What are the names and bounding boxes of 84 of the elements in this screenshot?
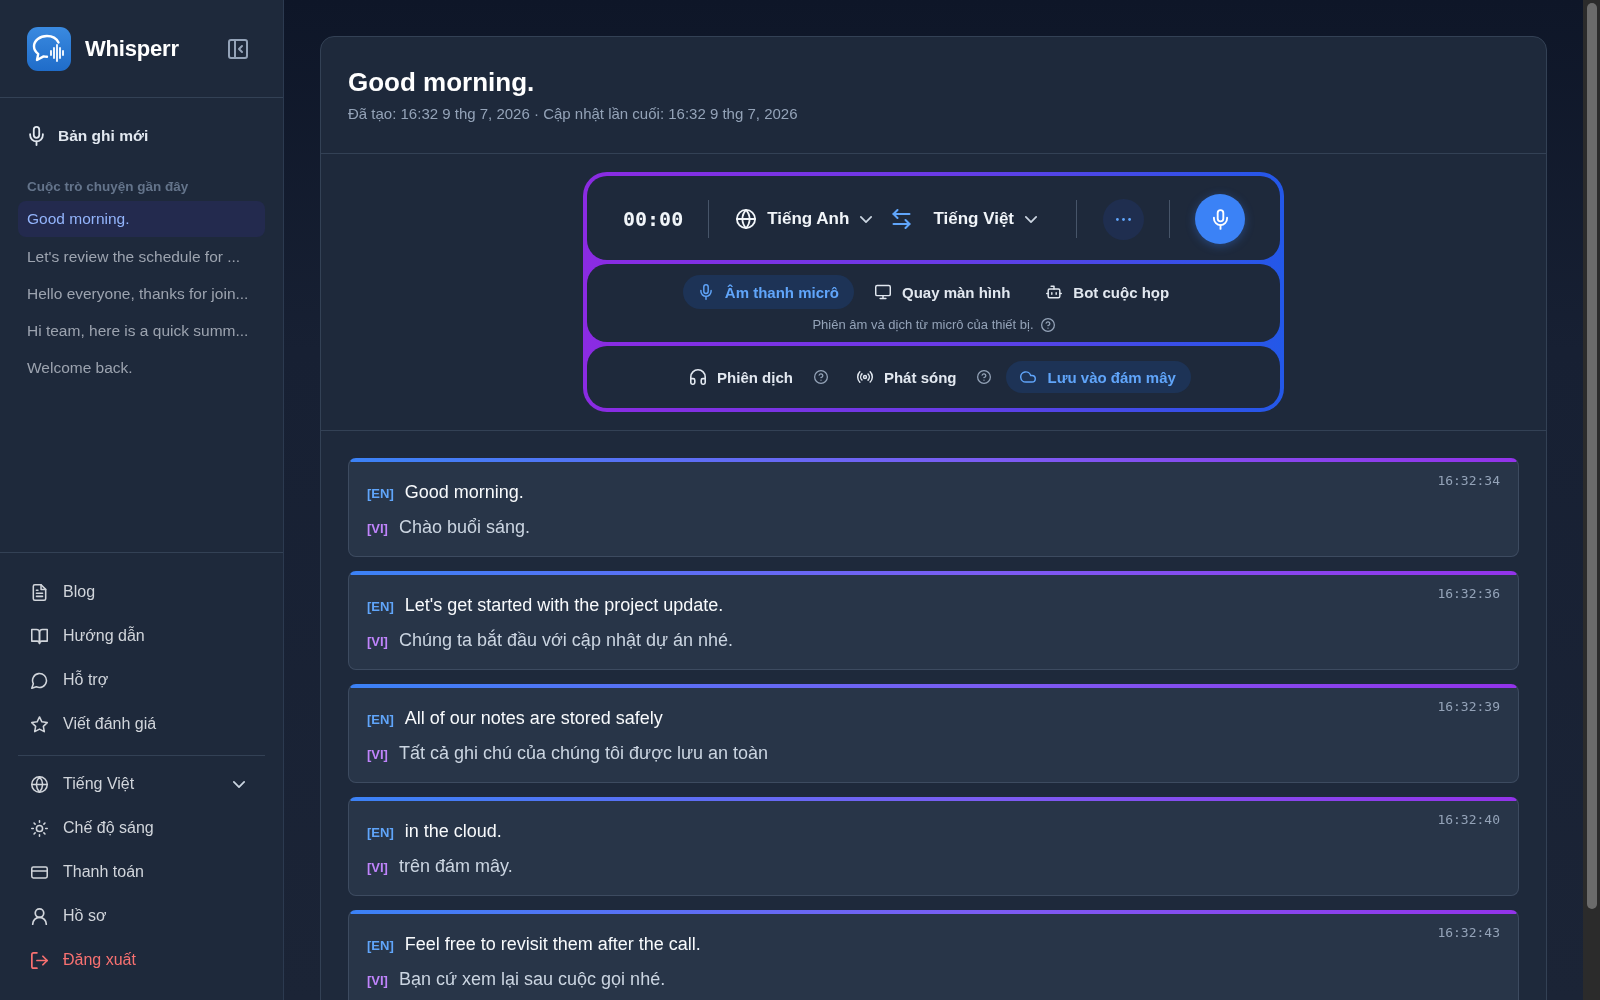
language-tag: [VI] bbox=[367, 521, 388, 536]
translation-text: Tất cả ghi chú của chúng tôi được lưu an toàn bbox=[398, 742, 769, 765]
more-icon bbox=[1116, 217, 1131, 221]
globe-icon bbox=[736, 209, 757, 229]
language-dropdown[interactable]: Tiếng Anh bbox=[734, 205, 875, 233]
book-icon bbox=[31, 627, 48, 645]
speech-bubble-icon bbox=[27, 26, 71, 71]
language-tag: [VI] bbox=[367, 973, 388, 988]
option-toggle[interactable]: Phát sóng bbox=[842, 361, 972, 393]
app-name: Whisperr bbox=[85, 35, 179, 62]
language-tag: [EN] bbox=[367, 825, 394, 840]
source-text: All of our notes are stored safely bbox=[404, 707, 663, 730]
record-button[interactable] bbox=[1195, 194, 1245, 244]
language-dropdown[interactable]: Tiếng Việt bbox=[931, 205, 1039, 233]
translation-text: trên đám mây. bbox=[398, 855, 513, 878]
sidebar-link[interactable]: Viết đánh giá bbox=[18, 702, 265, 746]
conversation-item[interactable]: Hi team, here is a quick summ... bbox=[18, 312, 265, 349]
language-select[interactable]: Tiếng Việt bbox=[18, 762, 265, 806]
conversation-meta: Đã tạo: 16:32 9 thg 7, 2026 · Cập nhật lần cuối: 16:32 9 thg 7, 2026 bbox=[348, 104, 799, 124]
language-tag: [VI] bbox=[367, 747, 388, 762]
sidebar-link[interactable]: Hướng dẫn bbox=[18, 614, 265, 658]
option-toggle[interactable]: Phiên dịch bbox=[676, 361, 808, 393]
sidebar-toggle-icon[interactable] bbox=[228, 38, 248, 59]
help-icon[interactable] bbox=[1040, 317, 1055, 332]
source-text: Good morning. bbox=[404, 481, 524, 504]
source-text: Let's get started with the project update. bbox=[404, 594, 724, 617]
timestamp: 16:32:43 bbox=[1437, 925, 1500, 941]
sidebar-link[interactable]: Chế độ sáng bbox=[18, 806, 265, 850]
conversation-item[interactable]: Good morning. bbox=[18, 201, 265, 237]
chevron-down-icon bbox=[1025, 215, 1037, 223]
translation-text: Chúng ta bắt đầu với cập nhật dự án nhé. bbox=[398, 628, 734, 652]
microphone-icon bbox=[29, 126, 44, 146]
sidebar-link[interactable]: Blog bbox=[18, 570, 265, 614]
sidebar-link[interactable]: Hỗ trợ bbox=[18, 658, 265, 702]
chat-bubble-icon bbox=[31, 671, 48, 689]
language-tag: [EN] bbox=[367, 938, 394, 953]
language-tag: [EN] bbox=[367, 486, 394, 501]
credit-card-icon bbox=[31, 863, 48, 881]
scrollbar-thumb[interactable] bbox=[1587, 3, 1597, 909]
logout-icon bbox=[31, 951, 48, 969]
sidebar-link[interactable]: Hồ sơ bbox=[18, 894, 265, 938]
source-text: Feel free to revisit them after the call. bbox=[404, 933, 701, 956]
new-recording-button[interactable]: Bản ghi mới bbox=[18, 120, 265, 152]
conversation-item[interactable]: Hello everyone, thanks for join... bbox=[18, 275, 265, 312]
chevron-down-icon bbox=[233, 780, 245, 788]
robot-icon bbox=[1046, 284, 1063, 300]
translation-text: Chào buổi sáng. bbox=[398, 516, 531, 539]
timestamp: 16:32:40 bbox=[1437, 812, 1500, 828]
language-tag: [EN] bbox=[367, 599, 394, 614]
timestamp: 16:32:39 bbox=[1437, 699, 1500, 715]
timestamp: 16:32:36 bbox=[1437, 586, 1500, 602]
source-text: in the cloud. bbox=[404, 820, 502, 843]
input-mode-tab[interactable]: Bot cuộc họp bbox=[1031, 275, 1185, 309]
star-icon bbox=[31, 715, 48, 733]
help-icon[interactable] bbox=[977, 370, 992, 384]
help-icon[interactable] bbox=[813, 370, 828, 384]
option-toggle[interactable]: Lưu vào đám mây bbox=[1006, 361, 1191, 393]
mode-hint: Phiên âm và dịch từ micrô của thiết bị. bbox=[812, 316, 1034, 333]
chevron-down-icon bbox=[860, 215, 873, 223]
language-tag: [EN] bbox=[367, 712, 394, 727]
globe-icon bbox=[31, 775, 48, 793]
input-mode-tab[interactable]: Quay màn hình bbox=[860, 275, 1026, 309]
swap-icon[interactable] bbox=[892, 209, 912, 229]
microphone-icon bbox=[1212, 208, 1228, 230]
section-heading: Cuộc trò chuyện gần đây bbox=[27, 178, 190, 196]
input-mode-tab[interactable]: Âm thanh micrô bbox=[682, 275, 854, 309]
microphone-icon bbox=[697, 284, 714, 300]
language-tag: [VI] bbox=[367, 634, 388, 649]
headphones-icon bbox=[690, 369, 707, 385]
conversation-item[interactable]: Welcome back. bbox=[18, 349, 265, 386]
translation-text: Bạn cứ xem lại sau cuộc gọi nhé. bbox=[398, 968, 666, 991]
user-icon bbox=[31, 907, 48, 925]
cloud-icon bbox=[1020, 369, 1037, 385]
timer: 00:00 bbox=[623, 207, 684, 231]
document-icon bbox=[31, 583, 48, 601]
conversation-item[interactable]: Let's review the schedule for ... bbox=[18, 238, 265, 275]
conversation-title: Good morning. bbox=[348, 66, 536, 98]
timestamp: 16:32:34 bbox=[1437, 473, 1500, 489]
monitor-icon bbox=[875, 284, 891, 300]
logout-link[interactable]: Đăng xuất bbox=[18, 938, 265, 982]
sidebar-link[interactable]: Thanh toán bbox=[18, 850, 265, 894]
sun-icon bbox=[31, 819, 48, 837]
language-tag: [VI] bbox=[367, 860, 388, 875]
broadcast-icon bbox=[856, 369, 873, 385]
